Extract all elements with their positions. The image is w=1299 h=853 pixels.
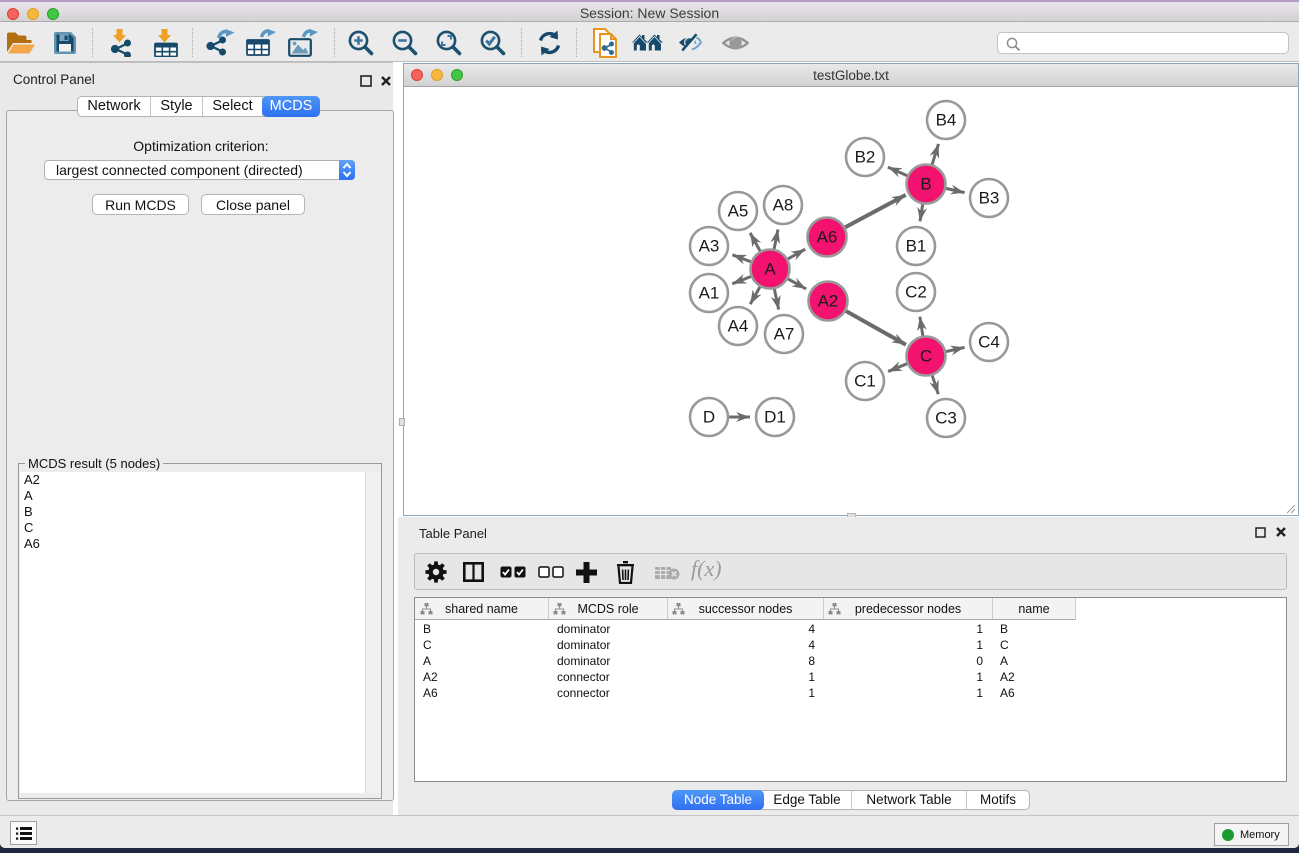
svg-text:B: B — [920, 175, 931, 194]
svg-text:A1: A1 — [699, 284, 720, 303]
svg-text:B3: B3 — [979, 189, 1000, 208]
svg-text:C4: C4 — [978, 333, 1000, 352]
svg-text:A4: A4 — [728, 317, 749, 336]
svg-text:C2: C2 — [905, 283, 927, 302]
svg-text:A6: A6 — [817, 228, 838, 247]
svg-text:A3: A3 — [699, 237, 720, 256]
svg-text:A: A — [764, 260, 776, 279]
svg-text:A8: A8 — [773, 196, 794, 215]
svg-text:C3: C3 — [935, 409, 957, 428]
svg-text:B2: B2 — [855, 148, 876, 167]
svg-text:A5: A5 — [728, 202, 749, 221]
svg-text:C: C — [920, 347, 932, 366]
svg-text:B1: B1 — [906, 237, 927, 256]
svg-text:D: D — [703, 408, 715, 427]
svg-text:A2: A2 — [818, 292, 839, 311]
svg-text:D1: D1 — [764, 408, 786, 427]
svg-text:B4: B4 — [936, 111, 957, 130]
svg-text:A7: A7 — [774, 325, 795, 344]
svg-text:C1: C1 — [854, 372, 876, 391]
